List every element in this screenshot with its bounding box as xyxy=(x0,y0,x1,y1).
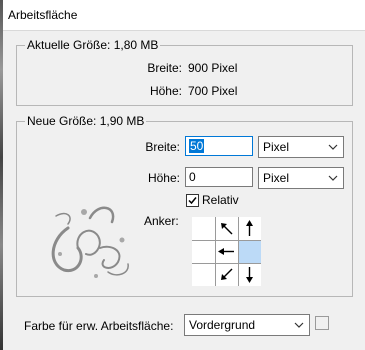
relative-checkbox[interactable] xyxy=(186,194,199,207)
anchor-grid xyxy=(192,217,261,286)
arrow-down-left-icon xyxy=(221,268,233,280)
grid-line xyxy=(238,217,239,286)
current-size-legend: Aktuelle Größe: 1,80 MB xyxy=(27,38,159,52)
height-input-value: 0 xyxy=(189,170,196,184)
grid-line xyxy=(192,240,261,241)
background-edge xyxy=(0,0,3,350)
canvas-color-select[interactable]: Vordergrund xyxy=(184,314,310,336)
arrow-down-icon xyxy=(246,267,253,283)
anchor-label: Anker: xyxy=(144,214,179,228)
width-input[interactable]: 50 xyxy=(185,136,253,156)
arrow-left-icon xyxy=(218,248,234,255)
decorative-tag-image xyxy=(51,206,129,278)
chevron-down-icon xyxy=(294,322,304,328)
current-height-label: Höhe: xyxy=(149,84,182,98)
height-input[interactable]: 0 xyxy=(185,167,253,187)
new-size-legend: Neue Größe: 1,90 MB xyxy=(27,114,145,128)
width-unit-value: Pixel xyxy=(263,140,290,154)
current-height-value: 700 Pixel xyxy=(188,84,238,98)
anchor-bottom-right[interactable] xyxy=(238,263,261,286)
width-unit-select[interactable]: Pixel xyxy=(258,136,344,158)
height-unit-select[interactable]: Pixel xyxy=(258,167,344,189)
new-width-label: Breite: xyxy=(145,140,180,154)
height-unit-value: Pixel xyxy=(263,171,290,185)
anchor-bottom-center[interactable] xyxy=(215,263,238,286)
anchor-middle-right-selected[interactable] xyxy=(238,240,261,263)
relative-label[interactable]: Relativ xyxy=(202,193,239,207)
chevron-down-icon xyxy=(328,144,338,150)
anchor-top-left[interactable] xyxy=(192,217,215,240)
window-title: Arbeitsfläche xyxy=(8,8,78,22)
color-swatch[interactable] xyxy=(315,316,329,330)
anchor-middle-left[interactable] xyxy=(192,240,215,263)
current-width-value: 900 Pixel xyxy=(188,61,238,75)
arrow-up-icon xyxy=(246,220,253,236)
arrow-up-left-icon xyxy=(221,223,233,235)
width-input-value: 50 xyxy=(189,139,205,153)
anchor-top-right[interactable] xyxy=(238,217,261,240)
anchor-middle-center[interactable] xyxy=(215,240,238,263)
chevron-down-icon xyxy=(328,175,338,181)
canvas-color-value: Vordergrund xyxy=(189,318,256,332)
canvas-color-label: Farbe für erw. Arbeitsfläche: xyxy=(24,319,174,333)
title-divider xyxy=(3,30,365,31)
anchor-top-center[interactable] xyxy=(215,217,238,240)
grid-line xyxy=(192,263,261,264)
grid-line xyxy=(215,217,216,286)
current-width-label: Breite: xyxy=(147,61,182,75)
checkmark-icon xyxy=(188,197,197,205)
current-size-group: Aktuelle Größe: 1,80 MB xyxy=(16,38,353,106)
anchor-bottom-left[interactable] xyxy=(192,263,215,286)
new-height-label: Höhe: xyxy=(147,171,180,185)
